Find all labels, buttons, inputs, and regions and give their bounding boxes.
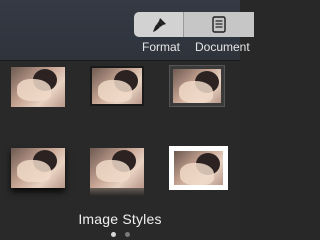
style-preview-image: [90, 148, 144, 188]
document-label: Document: [195, 40, 250, 54]
document-icon: [212, 16, 226, 33]
image-style-thin-border[interactable]: [90, 66, 144, 106]
style-preview-image: [173, 69, 221, 103]
document-button[interactable]: [183, 12, 254, 37]
format-button[interactable]: [134, 12, 183, 37]
format-label: Format: [142, 40, 181, 54]
image-style-drop-shadow[interactable]: [11, 148, 65, 188]
image-style-plain[interactable]: [11, 67, 65, 107]
style-preview-image: [92, 68, 142, 104]
inspector-segmented-control: [134, 12, 254, 37]
paintbrush-icon: [152, 17, 166, 32]
page-dot-2[interactable]: [124, 232, 130, 237]
image-style-white-frame[interactable]: [169, 146, 228, 190]
toolbar: Format Document: [0, 0, 254, 61]
page-dot-1[interactable]: [110, 232, 116, 237]
image-style-bevel-frame[interactable]: [170, 66, 224, 106]
style-preview-image: [11, 67, 65, 107]
panel-title: Image Styles: [78, 211, 162, 227]
image-style-reflection[interactable]: [90, 148, 144, 196]
page-indicator: [0, 232, 240, 237]
style-preview-image: [174, 151, 223, 185]
style-preview-image: [11, 148, 65, 188]
